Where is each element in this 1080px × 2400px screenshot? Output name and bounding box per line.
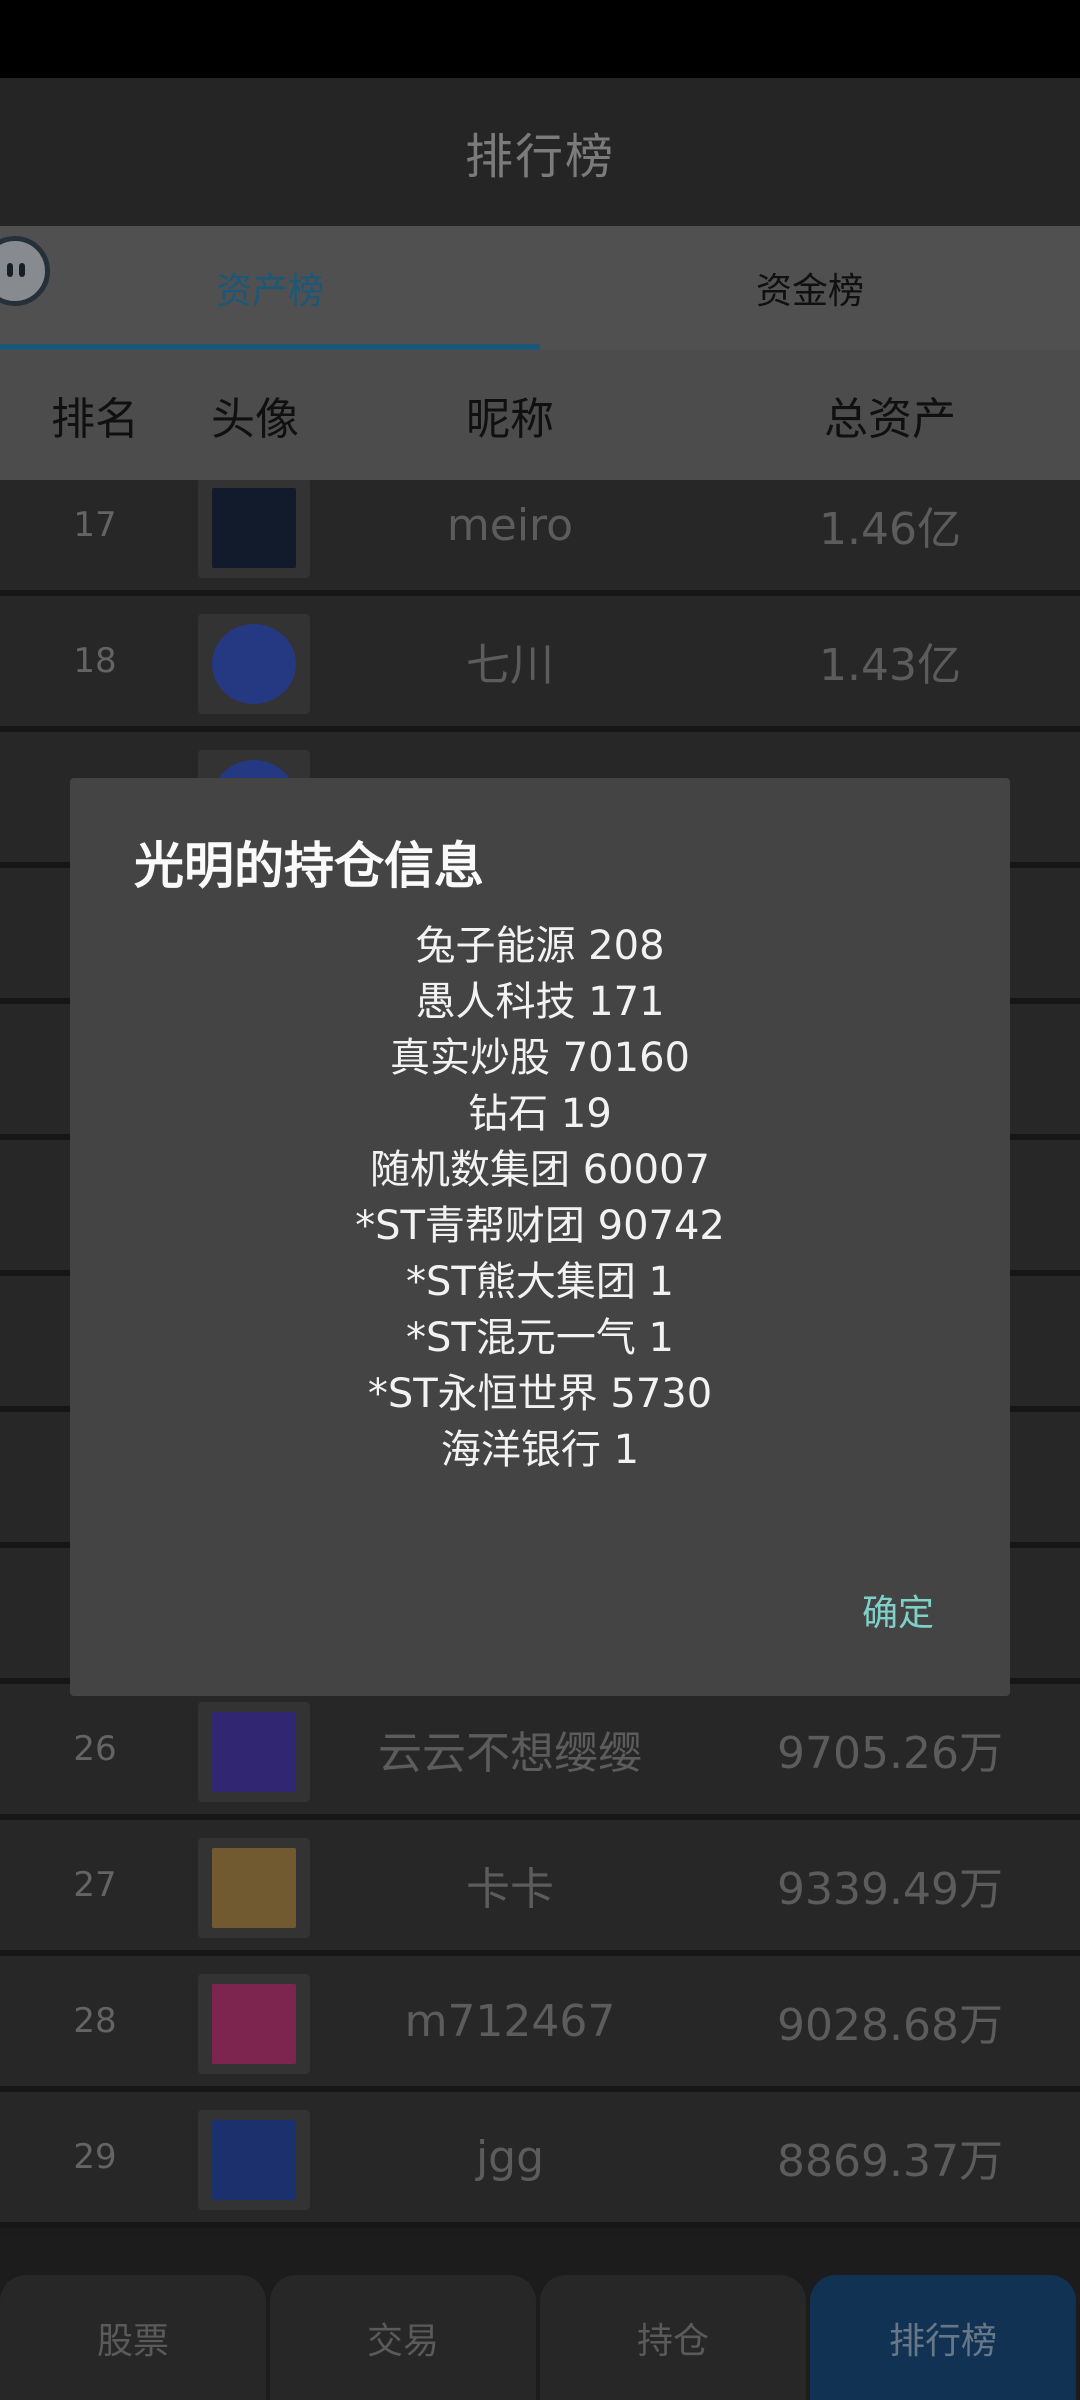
holding-item: *ST永恒世界 5730 bbox=[367, 1371, 713, 1417]
holding-item: 钻石 19 bbox=[468, 1091, 612, 1137]
holding-item: 兔子能源 208 bbox=[415, 923, 665, 969]
holding-item: 海洋银行 1 bbox=[440, 1427, 640, 1473]
holding-item: 随机数集团 60007 bbox=[370, 1147, 710, 1193]
holding-item: 真实炒股 70160 bbox=[390, 1035, 690, 1081]
holding-item: *ST混元一气 1 bbox=[406, 1315, 674, 1361]
holding-item: *ST熊大集团 1 bbox=[406, 1259, 674, 1305]
dialog-title: 光明的持仓信息 bbox=[134, 837, 484, 895]
holdings-list: 兔子能源 208 愚人科技 171 真实炒股 70160 钻石 19 随机数集团… bbox=[70, 918, 1010, 1478]
holding-item: 愚人科技 171 bbox=[415, 979, 665, 1025]
holdings-dialog: 光明的持仓信息 兔子能源 208 愚人科技 171 真实炒股 70160 钻石 … bbox=[70, 778, 1010, 1696]
holding-item: *ST青帮财团 90742 bbox=[355, 1203, 725, 1249]
confirm-button[interactable]: 确定 bbox=[846, 1576, 950, 1644]
